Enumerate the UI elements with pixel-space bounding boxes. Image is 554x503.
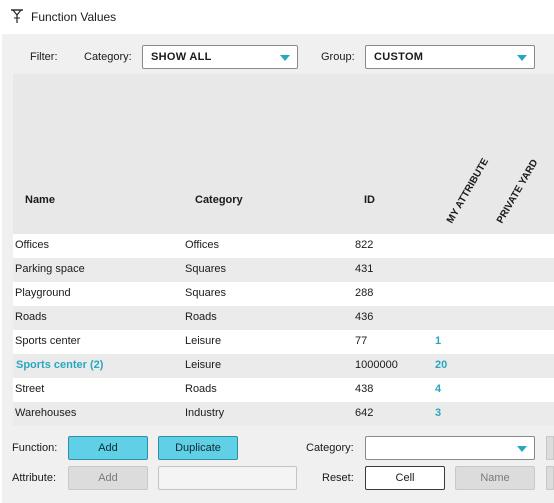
table-row[interactable]: Offices Offices 822 <box>13 234 554 258</box>
filter-category-label: Category: <box>84 51 132 63</box>
column-header-my-attribute[interactable]: MY ATTRIBUTE <box>445 157 491 226</box>
cell-id: 288 <box>355 287 374 299</box>
filter-category-value: SHOW ALL <box>151 51 212 63</box>
filter-group-value: CUSTOM <box>374 51 424 63</box>
cell-my-attribute[interactable]: 20 <box>435 359 447 371</box>
chevron-down-icon <box>280 55 290 61</box>
attribute-name-input[interactable] <box>158 466 297 490</box>
cell-category: Roads <box>185 383 217 395</box>
cell-category: Offices <box>185 239 220 251</box>
add-attribute-button[interactable]: Add <box>68 466 148 490</box>
filter-bar: Filter: Category: SHOW ALL Group: CUSTOM <box>2 34 554 74</box>
add-function-button[interactable]: Add <box>68 436 148 460</box>
bottom-category-label: Category: <box>306 442 354 454</box>
table-row[interactable]: Playground Squares 288 <box>13 282 554 306</box>
cell-category: Squares <box>185 287 226 299</box>
cell-name: Roads <box>15 311 47 323</box>
reset-label: Reset: <box>322 472 354 484</box>
column-header-id[interactable]: ID <box>364 194 375 206</box>
cell-name: Offices <box>15 239 50 251</box>
cell-my-attribute[interactable]: 1 <box>435 335 441 347</box>
filter-label: Filter: <box>30 51 58 63</box>
main-panel: Filter: Category: SHOW ALL Group: CUSTOM… <box>2 34 554 503</box>
cell-name: Sports center <box>15 335 81 347</box>
cell-id: 822 <box>355 239 374 251</box>
table-row[interactable]: Sports center (2) Leisure 1000000 20 <box>13 354 554 378</box>
cell-category: Leisure <box>185 359 222 371</box>
cell-id: 436 <box>355 311 374 323</box>
cell-name: Sports center (2) <box>16 359 104 371</box>
title-bar: Function Values <box>0 0 554 34</box>
column-header-private-yard[interactable]: PRIVATE YARD <box>495 158 540 226</box>
table-row[interactable]: Parking space Squares 431 <box>13 258 554 282</box>
cell-id: 431 <box>355 263 374 275</box>
window-title: Function Values <box>31 10 117 24</box>
reset-cell-button[interactable]: Cell <box>365 466 445 490</box>
chevron-down-icon <box>517 446 527 452</box>
filter-category-select[interactable]: SHOW ALL <box>142 45 298 69</box>
right-edge-button[interactable] <box>546 466 554 490</box>
cell-category: Squares <box>185 263 226 275</box>
table-row[interactable]: Roads Roads 436 <box>13 306 554 330</box>
table-header: Name Category ID MY ATTRIBUTE PRIVATE YA… <box>13 74 554 234</box>
cell-id: 438 <box>355 383 374 395</box>
cell-name: Parking space <box>15 263 85 275</box>
reset-name-button[interactable]: Name <box>455 466 535 490</box>
cell-name: Warehouses <box>15 407 77 419</box>
cell-id: 642 <box>355 407 374 419</box>
table-row[interactable]: Sports center Leisure 77 1 <box>13 330 554 354</box>
duplicate-function-button[interactable]: Duplicate <box>158 436 238 460</box>
table-row[interactable]: Warehouses Industry 642 3 <box>13 402 554 426</box>
cell-my-attribute[interactable]: 4 <box>435 383 441 395</box>
cell-id: 1000000 <box>355 359 398 371</box>
column-header-category[interactable]: Category <box>195 194 243 206</box>
cell-name: Street <box>15 383 45 395</box>
attribute-label: Attribute: <box>12 472 57 484</box>
filter-group-label: Group: <box>321 51 355 63</box>
table-body: Offices Offices 822 Parking space Square… <box>13 234 554 426</box>
table-row[interactable]: Street Roads 438 4 <box>13 378 554 402</box>
right-edge-button[interactable] <box>546 436 554 460</box>
function-label: Function: <box>12 442 58 454</box>
cell-my-attribute[interactable]: 3 <box>435 407 441 419</box>
cell-category: Industry <box>185 407 225 419</box>
bottom-category-select[interactable] <box>365 436 535 460</box>
chevron-down-icon <box>517 55 527 61</box>
cell-category: Leisure <box>185 335 222 347</box>
cell-category: Roads <box>185 311 217 323</box>
cell-name: Playground <box>15 287 71 299</box>
column-header-name[interactable]: Name <box>25 194 55 206</box>
cell-id: 77 <box>355 335 368 347</box>
function-values-icon <box>11 9 23 23</box>
filter-group-select[interactable]: CUSTOM <box>365 45 535 69</box>
